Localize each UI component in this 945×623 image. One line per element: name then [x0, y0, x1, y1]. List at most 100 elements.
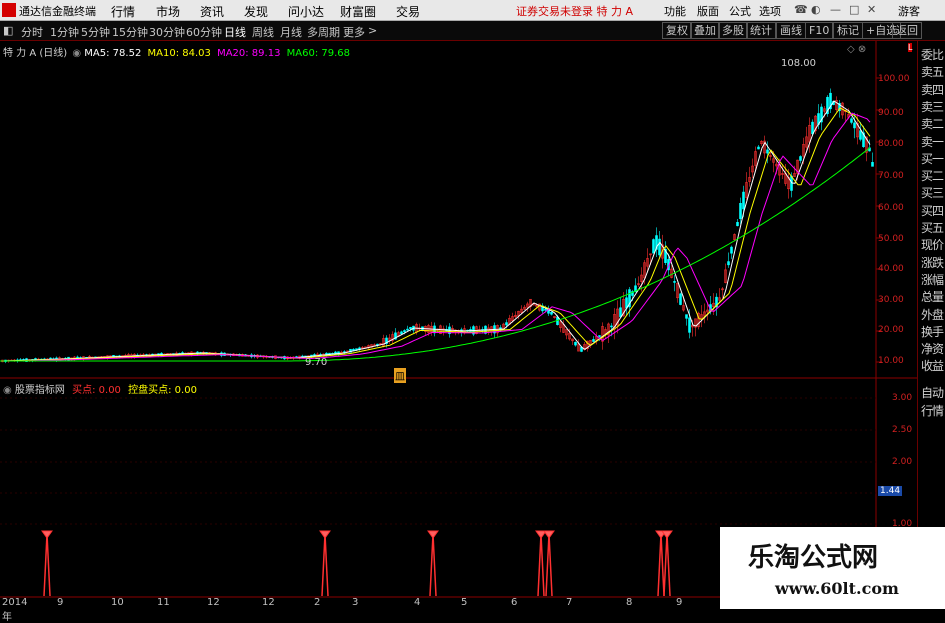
period-daily[interactable]: 日线: [224, 24, 246, 40]
f10-button[interactable]: F10: [805, 22, 834, 39]
period-weekly[interactable]: 周线: [252, 24, 274, 40]
panel-toggle-icon[interactable]: ◧: [3, 24, 13, 37]
side-item[interactable]: 涨幅: [921, 271, 944, 288]
price-tick: 40.00: [878, 264, 904, 274]
side-item[interactable]: 外盘: [921, 306, 944, 323]
period-more[interactable]: 更多: [343, 24, 365, 40]
side-item[interactable]: 卖二: [921, 115, 944, 132]
multi-stock-button[interactable]: 多股: [718, 22, 748, 39]
ma5-value: MA5: 78.52: [84, 48, 142, 59]
high-price-label: 108.00: [781, 58, 816, 69]
side-auto[interactable]: 自动: [921, 384, 944, 401]
side-item[interactable]: 买四: [921, 202, 944, 219]
price-tick: 60.00: [878, 203, 904, 213]
menu-discover[interactable]: 发现: [244, 3, 268, 20]
time-tick: 8: [626, 597, 633, 608]
side-item[interactable]: 涨跌: [921, 254, 944, 271]
side-item[interactable]: 买二: [921, 167, 944, 184]
mark-button[interactable]: 标记: [833, 22, 863, 39]
side-item[interactable]: 卖五: [921, 63, 944, 80]
quote-side-panel: 委比 卖五 卖四 卖三 卖二 卖一 买一 买二 买三 买四 买五 现价 涨跌 涨幅 总量 外盘 换手 净资 收益 自…: [917, 41, 945, 609]
price-tick: 100.00: [878, 74, 910, 84]
period-multi[interactable]: 多周期: [307, 24, 340, 40]
menu-formula[interactable]: 公式: [729, 3, 751, 19]
period-60min[interactable]: 60分钟: [186, 24, 222, 40]
menu-market[interactable]: 市场: [156, 3, 180, 20]
time-tick: 10: [111, 597, 124, 608]
skin-icon[interactable]: ◐: [811, 3, 821, 16]
price-tick: 80.00: [878, 139, 904, 149]
candlesticks: [1, 88, 874, 364]
side-item[interactable]: 换手: [921, 323, 944, 340]
stock-name: 特 力 A (日线): [3, 48, 68, 59]
indicator-settings-icon[interactable]: ◉: [3, 385, 12, 396]
moving-average-lines: [0, 100, 871, 362]
main-info-line: 特 力 A (日线) ◉ MA5: 78.52 MA10: 84.03 MA20…: [3, 44, 350, 59]
message-icon[interactable]: ☎: [794, 3, 808, 16]
ma20-value: MA20: 89.13: [217, 48, 281, 59]
indicator-tick: 2.50: [892, 425, 913, 435]
side-item[interactable]: 收益: [921, 357, 944, 374]
side-item[interactable]: 买三: [921, 184, 944, 201]
indicator-tick: 3.00: [892, 393, 913, 403]
buy-point-value: 买点: 0.00: [72, 385, 121, 396]
adjust-button[interactable]: 复权: [662, 22, 692, 39]
side-item[interactable]: 净资: [921, 340, 944, 357]
more-arrow-icon[interactable]: >: [368, 24, 377, 37]
menu-quotes[interactable]: 行情: [111, 3, 135, 20]
indicator-name: 股票指标网: [14, 385, 65, 396]
menu-wealth[interactable]: 财富圈: [340, 3, 376, 20]
period-monthly[interactable]: 月线: [280, 24, 302, 40]
low-price-label: 9.70: [305, 357, 328, 368]
period-30min[interactable]: 30分钟: [149, 24, 185, 40]
app-logo-icon: [2, 3, 16, 17]
maximize-icon[interactable]: □: [849, 3, 859, 16]
side-item[interactable]: 买五: [921, 219, 944, 236]
price-tick: 70.00: [878, 171, 904, 181]
menu-options[interactable]: 选项: [759, 3, 781, 19]
overlay-button[interactable]: 叠加: [690, 22, 720, 39]
price-tick: 90.00: [878, 108, 904, 118]
time-tick: 11: [157, 597, 170, 608]
guest-label[interactable]: 游客: [898, 3, 920, 19]
side-item[interactable]: 卖三: [921, 98, 944, 115]
time-tick: 12: [207, 597, 220, 608]
side-item[interactable]: 卖四: [921, 81, 944, 98]
time-tick: 2014年: [2, 597, 28, 623]
chart-options-icon[interactable]: ◇ ⊗: [847, 44, 866, 55]
period-5min[interactable]: 5分钟: [81, 24, 110, 40]
settings-icon[interactable]: ◉: [72, 48, 81, 59]
minimize-icon[interactable]: —: [830, 3, 841, 16]
watermark-url: www.60lt.com: [775, 579, 899, 598]
period-1min[interactable]: 1分钟: [50, 24, 79, 40]
kline-chart[interactable]: [0, 41, 917, 609]
time-tick: 3: [352, 597, 359, 608]
side-item[interactable]: 总量: [921, 288, 944, 305]
period-intraday[interactable]: 分时: [21, 24, 43, 40]
scale-l-icon[interactable]: L: [908, 43, 913, 52]
side-item[interactable]: 委比: [921, 46, 944, 63]
indicator-current-value: 1.44: [878, 486, 903, 496]
time-tick: 4: [414, 597, 421, 608]
ma10-value: MA10: 84.03: [147, 48, 211, 59]
side-item[interactable]: 卖一: [921, 133, 944, 150]
draw-line-button[interactable]: 画线: [776, 22, 806, 39]
menu-trade[interactable]: 交易: [396, 3, 420, 20]
time-tick: 9: [57, 597, 64, 608]
event-marker[interactable]: 皿: [394, 368, 406, 383]
period-15min[interactable]: 15分钟: [112, 24, 148, 40]
time-tick: 6: [511, 597, 518, 608]
menu-ask[interactable]: 问小达: [288, 3, 324, 20]
statistics-button[interactable]: 统计: [746, 22, 776, 39]
time-tick: 2: [314, 597, 321, 608]
close-icon[interactable]: ✕: [867, 3, 876, 16]
side-item[interactable]: 买一: [921, 150, 944, 167]
menu-function[interactable]: 功能: [664, 3, 686, 19]
side-item[interactable]: 现价: [921, 236, 944, 253]
menu-news[interactable]: 资讯: [200, 3, 224, 20]
indicator-axis: 3.00 2.50 2.00 1.00 1.44: [878, 381, 916, 541]
side-quotes[interactable]: 行情: [921, 402, 944, 419]
menu-layout[interactable]: 版面: [697, 3, 719, 19]
back-button[interactable]: 返回: [892, 22, 922, 39]
watermark-title: 乐淘公式网: [748, 543, 879, 573]
